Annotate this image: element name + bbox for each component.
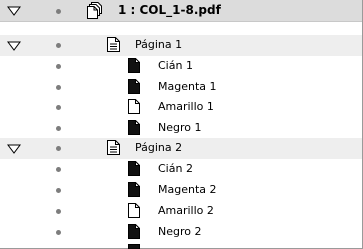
visibility-dot-icon[interactable] (56, 209, 61, 214)
plate-filled-icon (128, 244, 140, 249)
visibility-dot-icon[interactable] (56, 146, 61, 151)
plate-label-black-2: Negro 2 (158, 225, 202, 238)
plate-label-cyan-2: Cián 2 (158, 162, 193, 175)
page-label: Página 1 (135, 38, 183, 51)
plate-filled-icon (128, 79, 140, 94)
tree-row-plate[interactable]: Negro 2 (0, 222, 362, 243)
tree-row-page-1[interactable]: Página 1 (0, 35, 362, 56)
disclosure-triangle-expanded-icon[interactable] (7, 144, 21, 154)
document-icon (87, 2, 102, 19)
visibility-dot-icon[interactable] (56, 188, 61, 193)
tree-row-plate[interactable]: Negro 1 (0, 118, 362, 139)
page-label: Página 2 (135, 141, 183, 154)
plate-filled-icon (128, 58, 140, 73)
visibility-dot-icon[interactable] (56, 64, 61, 69)
page-icon (107, 37, 120, 52)
tree-row-plate[interactable]: Amarillo 2 (0, 201, 362, 222)
disclosure-triangle-expanded-icon[interactable] (7, 6, 21, 16)
plate-label-cyan-1: Cián 1 (158, 59, 193, 72)
plate-filled-icon (128, 120, 140, 135)
plate-label-yellow-1: Amarillo 1 (158, 100, 214, 113)
visibility-dot-icon[interactable] (56, 105, 61, 110)
plate-label-magenta-1: Magenta 1 (158, 80, 217, 93)
plate-empty-icon (128, 203, 140, 218)
plate-filled-icon (128, 224, 140, 239)
tree-row-plate[interactable]: Amarillo 1 (0, 97, 362, 118)
tree-row-plate[interactable]: Cián 2 (0, 159, 362, 180)
tree-row-plate[interactable]: Magenta 2 (0, 180, 362, 201)
tree-row-plate[interactable]: Magenta 1 (0, 77, 362, 98)
tree-row-plate[interactable]: Cián 1 (0, 56, 362, 77)
document-tree-panel: 1 : COL_1-8.pdf Página 1 Cián 1 Magenta (0, 0, 363, 249)
plate-label-magenta-2: Magenta 2 (158, 183, 217, 196)
tree-row-document[interactable]: 1 : COL_1-8.pdf (0, 0, 362, 22)
plate-empty-icon (128, 99, 140, 114)
visibility-dot-icon[interactable] (56, 167, 61, 172)
plate-label-yellow-2: Amarillo 2 (158, 204, 214, 217)
visibility-dot-icon[interactable] (56, 9, 61, 14)
visibility-dot-icon[interactable] (56, 85, 61, 90)
disclosure-triangle-expanded-icon[interactable] (7, 41, 21, 51)
plate-filled-icon (128, 161, 140, 176)
plate-filled-icon (128, 182, 140, 197)
tree-row-page-2[interactable]: Página 2 (0, 138, 362, 159)
visibility-dot-icon[interactable] (56, 126, 61, 131)
page-icon (107, 140, 120, 155)
document-label: 1 : COL_1-8.pdf (118, 3, 221, 17)
visibility-dot-icon[interactable] (56, 230, 61, 235)
visibility-dot-icon[interactable] (56, 43, 61, 48)
plate-label-black-1: Negro 1 (158, 121, 202, 134)
